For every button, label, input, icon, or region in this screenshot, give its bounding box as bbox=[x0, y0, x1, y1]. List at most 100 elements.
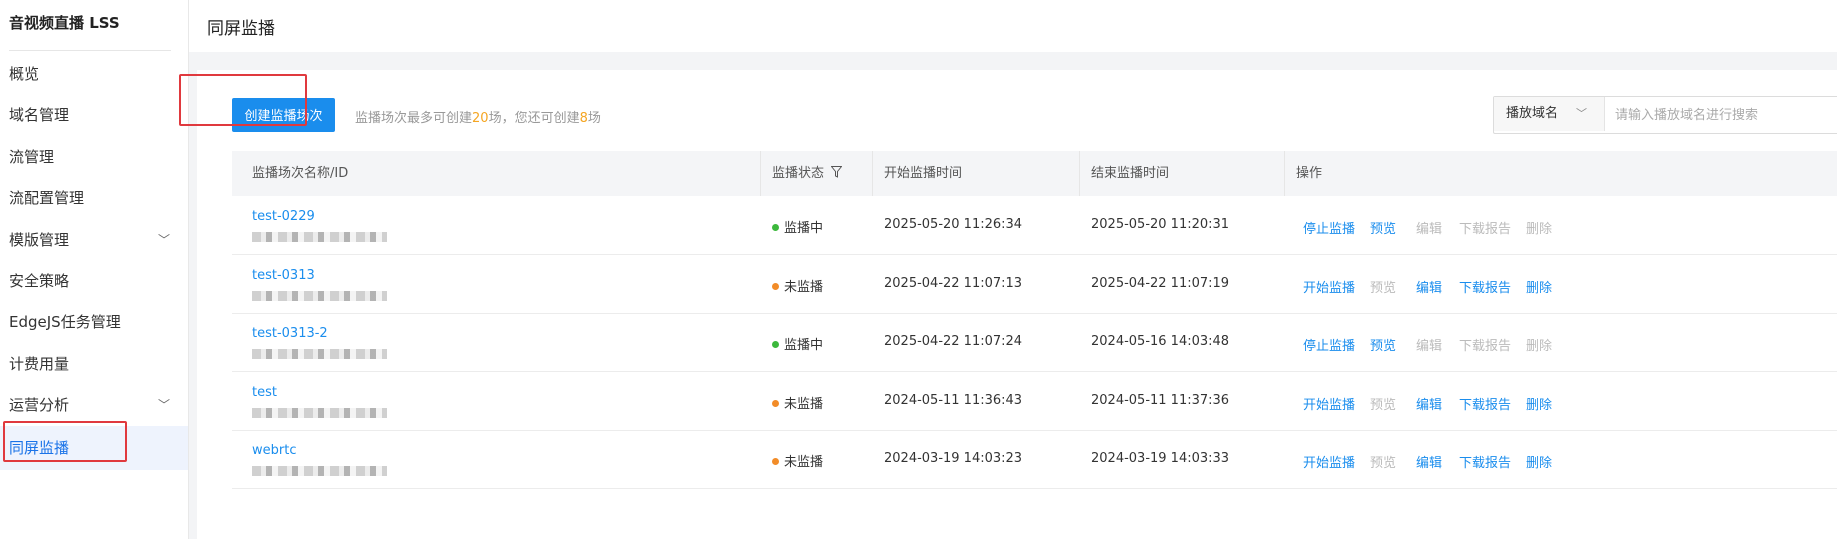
status-label: 未监播 bbox=[784, 279, 824, 295]
row-action-button[interactable]: 开始监播 bbox=[1303, 277, 1355, 296]
row-action-button: 删除 bbox=[1526, 222, 1553, 237]
start-time: 2025-04-22 11:07:13 bbox=[884, 275, 1023, 291]
row-action-button[interactable]: 预览 bbox=[1370, 335, 1396, 354]
end-time: 2025-04-22 11:07:19 bbox=[1091, 275, 1230, 291]
quota-mid: 场，您还可创建 bbox=[488, 111, 580, 126]
col-divider bbox=[760, 151, 761, 196]
row-action-button[interactable]: 编辑 bbox=[1416, 394, 1442, 413]
session-name-link[interactable]: test bbox=[252, 385, 277, 400]
row-action-button: 下载报告 bbox=[1459, 222, 1512, 237]
table-row: webrtc 未监播 2024-03-19 14:03:23 2024-03-19 1… bbox=[232, 430, 1837, 489]
quota-max: 20 bbox=[472, 111, 489, 126]
sidebar-item[interactable]: 计费用量 bbox=[0, 342, 188, 386]
row-action-button: 编辑 bbox=[1416, 339, 1443, 354]
create-session-button[interactable]: 创建监播场次 bbox=[232, 98, 335, 132]
row-action-button[interactable]: 删除 bbox=[1526, 277, 1552, 296]
table-row: test-0313 未监播 2025-04-22 11:07:13 2025-04-2… bbox=[232, 255, 1837, 314]
row-action-button[interactable]: 预览 bbox=[1370, 218, 1396, 237]
sidebar-item-label: 概览 bbox=[9, 65, 40, 83]
session-name-link[interactable]: test-0229 bbox=[252, 209, 315, 224]
session-id-redacted bbox=[252, 290, 387, 301]
page-title: 同屏监播 bbox=[207, 19, 275, 39]
session-id-redacted bbox=[252, 349, 387, 359]
row-action-button[interactable]: 下载报告 bbox=[1459, 394, 1511, 413]
sidebar-item-label: 模版管理 bbox=[9, 231, 70, 249]
row-action-button[interactable]: 停止监播 bbox=[1303, 335, 1355, 354]
table-row: test-0313-2 监播中 2025-04-22 11:07:24 2024-05… bbox=[232, 313, 1837, 372]
row-action-button[interactable]: 编辑 bbox=[1416, 277, 1442, 296]
sidebar-item-label: 流配置管理 bbox=[9, 189, 85, 207]
row-action-button[interactable]: 开始监播 bbox=[1303, 452, 1355, 471]
sidebar-item[interactable]: 流管理 bbox=[0, 135, 188, 179]
quota-hint: 监播场次最多可创建20场，您还可创建8场 bbox=[355, 107, 601, 126]
row-action-button: 预览 bbox=[1370, 456, 1397, 471]
row-action-button[interactable]: 下载报告 bbox=[1459, 277, 1511, 296]
row-action-button: 删除 bbox=[1526, 339, 1553, 354]
quota-left: 8 bbox=[579, 111, 588, 126]
row-action-button[interactable]: 编辑 bbox=[1416, 452, 1442, 471]
status-dot-icon bbox=[772, 224, 779, 231]
row-action-button[interactable]: 开始监播 bbox=[1303, 394, 1355, 413]
search-field-select[interactable]: 播放域名 ﹀ bbox=[1494, 97, 1605, 131]
row-action-button[interactable]: 删除 bbox=[1526, 394, 1552, 413]
col-divider bbox=[872, 151, 873, 196]
sidebar-item-label: 同屏监播 bbox=[9, 439, 70, 457]
col-start: 开始监播时间 bbox=[884, 166, 963, 181]
page-header: 同屏监播 bbox=[189, 0, 1837, 52]
search-field-value: 播放域名 bbox=[1506, 106, 1559, 121]
session-id-redacted bbox=[252, 407, 387, 418]
status-label: 监播中 bbox=[784, 221, 824, 236]
sidebar-item[interactable]: 安全策略 bbox=[0, 259, 188, 303]
start-time: 2024-05-11 11:36:43 bbox=[884, 392, 1023, 408]
status-badge: 监播中 bbox=[772, 334, 823, 353]
status-badge: 未监播 bbox=[772, 393, 823, 412]
sidebar-item[interactable]: 域名管理 bbox=[0, 93, 188, 137]
session-name-link[interactable]: test-0313 bbox=[252, 268, 315, 283]
row-action-button[interactable]: 下载报告 bbox=[1459, 452, 1511, 471]
sidebar-item-label: 计费用量 bbox=[9, 355, 70, 373]
sidebar-item[interactable]: 模版管理 ﹀ bbox=[0, 218, 188, 262]
main-panel: 创建监播场次 监播场次最多可创建20场，您还可创建8场 播放域名 ﹀ 监播场次名… bbox=[197, 70, 1837, 539]
search-input[interactable] bbox=[1613, 103, 1837, 127]
end-time: 2024-05-11 11:37:36 bbox=[1091, 392, 1230, 408]
chevron-down-icon: ﹀ bbox=[1576, 107, 1587, 120]
col-name: 监播场次名称/ID bbox=[252, 166, 349, 181]
col-ops: 操作 bbox=[1296, 166, 1323, 181]
sidebar-item[interactable]: 流配置管理 bbox=[0, 176, 188, 220]
sidebar-item-label: 运营分析 bbox=[9, 396, 70, 414]
status-badge: 未监播 bbox=[772, 451, 823, 470]
session-name-link[interactable]: webrtc bbox=[252, 443, 296, 458]
status-dot-icon bbox=[772, 458, 779, 465]
sidebar-item-label: 流管理 bbox=[9, 148, 55, 166]
sidebar-item[interactable]: 概览 bbox=[0, 52, 188, 96]
status-dot-icon bbox=[772, 341, 779, 348]
sidebar-item[interactable]: EdgeJS任务管理 bbox=[0, 300, 188, 344]
sidebar: 音视频直播 LSS 概览 域名管理 流管理 流配置管理 模版管理 ﹀ 安全策略 EdgeJS任… bbox=[0, 0, 189, 539]
start-time: 2025-05-20 11:26:34 bbox=[884, 217, 1023, 232]
session-id-redacted bbox=[252, 466, 387, 476]
start-time: 2025-04-22 11:07:24 bbox=[884, 334, 1023, 349]
status-label: 未监播 bbox=[784, 455, 824, 470]
table-row: test 未监播 2024-05-11 11:36:43 2024-05-11 11:… bbox=[232, 372, 1837, 431]
session-name-link[interactable]: test-0313-2 bbox=[252, 326, 328, 341]
brand-title: 音视频直播 LSS bbox=[9, 14, 120, 32]
status-label: 未监播 bbox=[784, 396, 824, 412]
filter-icon[interactable] bbox=[830, 166, 843, 178]
col-status[interactable]: 监播状态 bbox=[772, 151, 843, 196]
sidebar-item[interactable]: 运营分析 ﹀ bbox=[0, 383, 188, 427]
row-action-button[interactable]: 删除 bbox=[1526, 452, 1552, 471]
sidebar-item-label: 域名管理 bbox=[9, 106, 70, 124]
end-time: 2024-05-16 14:03:48 bbox=[1091, 334, 1230, 349]
chevron-down-icon[interactable]: ﹀ bbox=[158, 218, 170, 262]
row-action-button: 预览 bbox=[1370, 280, 1397, 296]
col-divider bbox=[1284, 151, 1285, 196]
status-dot-icon bbox=[772, 282, 779, 290]
sidebar-item[interactable]: 同屏监播 bbox=[0, 426, 188, 470]
session-id-redacted bbox=[252, 232, 387, 242]
quota-prefix: 监播场次最多可创建 bbox=[355, 111, 473, 126]
end-time: 2025-05-20 11:20:31 bbox=[1091, 217, 1230, 232]
search-bar: 播放域名 ﹀ bbox=[1493, 96, 1837, 134]
chevron-down-icon[interactable]: ﹀ bbox=[158, 383, 170, 427]
row-action-button: 下载报告 bbox=[1459, 339, 1512, 354]
row-action-button[interactable]: 停止监播 bbox=[1303, 218, 1355, 237]
